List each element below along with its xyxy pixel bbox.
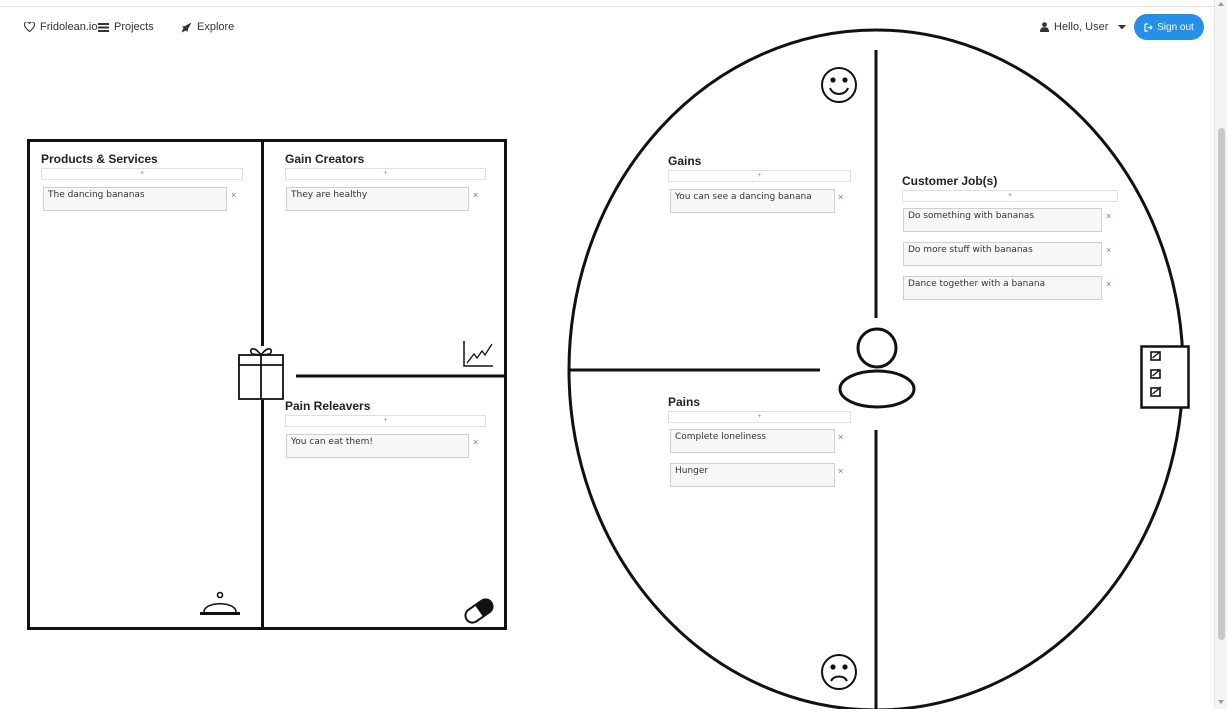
gain-creators-title: Gain Creators [285, 152, 365, 166]
gain-creators-add-button[interactable]: + [285, 168, 486, 180]
pains-title: Pains [668, 395, 701, 409]
smiley-face-icon [821, 67, 857, 103]
gains-title: Gains [668, 154, 702, 168]
products-services-entry[interactable]: The dancing bananas [43, 187, 227, 211]
value-proposition-canvas [27, 28, 1185, 709]
scroll-up-arrow-icon[interactable] [1218, 2, 1224, 6]
pain-relievers-remove-button[interactable]: × [473, 437, 478, 447]
customer-jobs-add-button[interactable]: + [902, 190, 1118, 202]
pill-icon [464, 598, 494, 624]
page-scrollbar[interactable] [1214, 0, 1227, 709]
pains-add-button[interactable]: + [668, 411, 851, 423]
scrollbar-thumb[interactable] [1218, 128, 1225, 640]
gift-icon [238, 348, 284, 400]
pain-relievers-entry[interactable]: You can eat them! [286, 434, 469, 458]
customer-jobs-remove-button[interactable]: × [1106, 279, 1111, 289]
pain-relievers-title: Pain Releavers [285, 399, 371, 413]
serving-cloche-icon [200, 591, 240, 615]
products-services-title: Products & Services [41, 152, 158, 166]
checklist-icon [1140, 345, 1190, 409]
person-icon [838, 327, 916, 409]
customer-jobs-entry[interactable]: Do more stuff with bananas [903, 242, 1102, 266]
pains-remove-button[interactable]: × [838, 432, 843, 442]
sad-face-icon [821, 654, 857, 690]
gains-remove-button[interactable]: × [838, 192, 843, 202]
pain-relievers-add-button[interactable]: + [285, 415, 486, 427]
gains-add-button[interactable]: + [668, 170, 851, 182]
products-services-remove-button[interactable]: × [231, 190, 236, 200]
chart-icon [463, 341, 493, 367]
pains-entry[interactable]: Complete loneliness [670, 429, 835, 453]
customer-jobs-entry[interactable]: Do something with bananas [903, 208, 1102, 232]
customer-jobs-entry[interactable]: Dance together with a banana [903, 276, 1102, 300]
customer-jobs-remove-button[interactable]: × [1106, 245, 1111, 255]
scroll-down-arrow-icon[interactable] [1218, 700, 1224, 704]
gain-creators-remove-button[interactable]: × [473, 190, 478, 200]
gains-entry[interactable]: You can see a dancing banana [670, 189, 835, 213]
customer-jobs-remove-button[interactable]: × [1106, 211, 1111, 221]
pains-entry[interactable]: Hunger [670, 463, 835, 487]
pains-remove-button[interactable]: × [838, 466, 843, 476]
customer-jobs-title: Customer Job(s) [902, 174, 998, 188]
products-services-add-button[interactable]: + [41, 168, 243, 180]
gain-creators-entry[interactable]: They are healthy [286, 187, 469, 211]
